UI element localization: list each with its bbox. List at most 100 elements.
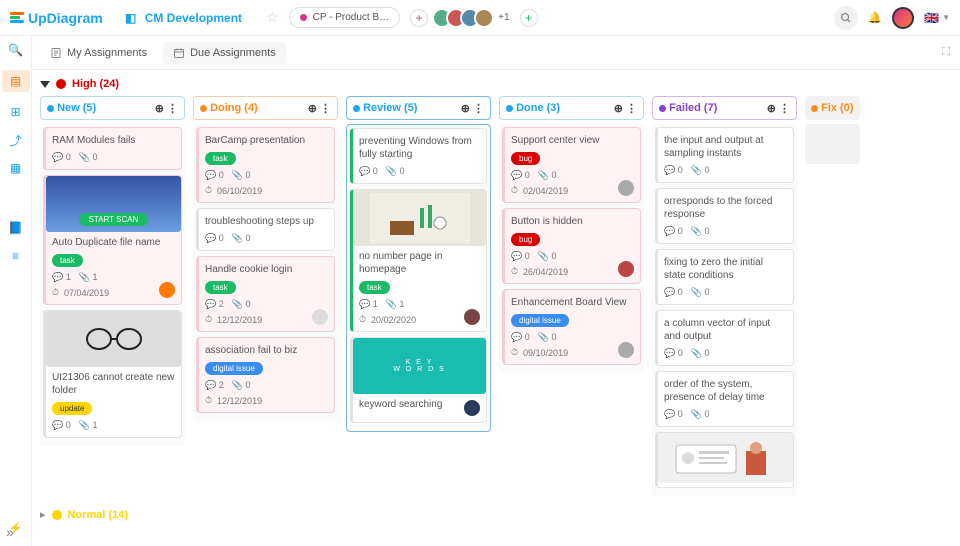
add-card-icon[interactable]: ⊕ bbox=[308, 102, 317, 115]
column-header[interactable]: Fix (0) bbox=[805, 96, 860, 120]
card-title: fixing to zero the initial state conditi… bbox=[664, 256, 787, 282]
card-image bbox=[353, 190, 486, 246]
card-title: Button is hidden bbox=[511, 215, 634, 228]
add-card-icon[interactable]: ⊕ bbox=[614, 102, 623, 115]
logo-icon bbox=[10, 12, 24, 23]
nav-search-icon[interactable]: 🔍 bbox=[8, 42, 24, 58]
column-header[interactable]: New (5) ⊕⋮ bbox=[40, 96, 185, 120]
column-title: Failed (7) bbox=[669, 102, 717, 114]
star-icon[interactable]: ☆ bbox=[266, 9, 279, 26]
column-title: New (5) bbox=[57, 102, 96, 114]
column-menu-icon[interactable]: ⋮ bbox=[320, 102, 331, 115]
card[interactable] bbox=[655, 432, 794, 488]
add-workspace-button[interactable]: + bbox=[410, 9, 428, 27]
card[interactable]: no number page in homepage task 💬 1📎 1 ⏱… bbox=[350, 189, 487, 332]
card[interactable]: fixing to zero the initial state conditi… bbox=[655, 249, 794, 305]
column-header[interactable]: Doing (4) ⊕⋮ bbox=[193, 96, 338, 120]
assignee-avatar bbox=[159, 282, 175, 298]
tab-due-assignments[interactable]: Due Assignments bbox=[163, 42, 286, 64]
column-new: New (5) ⊕⋮ RAM Modules fails 💬 0📎 0 STAR… bbox=[40, 96, 185, 446]
column-doing: Doing (4) ⊕⋮ BarCamp presentation task 💬… bbox=[193, 96, 338, 421]
column-title: Review (5) bbox=[363, 102, 417, 114]
card-badge: task bbox=[205, 281, 236, 294]
card[interactable]: UI21306 cannot create new folder update … bbox=[43, 310, 182, 438]
add-card-icon[interactable]: ⊕ bbox=[155, 102, 164, 115]
card-badge: task bbox=[52, 254, 83, 267]
card-title: no number page in homepage bbox=[359, 250, 480, 276]
column-done: Done (3) ⊕⋮ Support center view bug 💬 0📎… bbox=[499, 96, 644, 373]
workspace-chip[interactable]: CP - Product B… bbox=[289, 7, 401, 28]
column-header[interactable]: Done (3) ⊕⋮ bbox=[499, 96, 644, 120]
card[interactable]: START SCAN Auto Duplicate file name task… bbox=[43, 175, 182, 305]
add-card-icon[interactable]: ⊕ bbox=[461, 102, 470, 115]
column-menu-icon[interactable]: ⋮ bbox=[779, 102, 790, 115]
card[interactable]: Handle cookie login task 💬 2📎 0 ⏱ 12/12/… bbox=[196, 256, 335, 332]
card-image bbox=[658, 433, 793, 483]
member-avatars[interactable]: +1 bbox=[438, 8, 509, 28]
card-title: troubleshooting steps up bbox=[205, 215, 328, 228]
card-badge: bug bbox=[511, 152, 540, 165]
card-image bbox=[46, 311, 181, 367]
card-title: a column vector of input and output bbox=[664, 317, 787, 343]
lane-header-normal[interactable]: ▸ Normal (14) bbox=[40, 508, 952, 521]
card[interactable]: association fail to biz digital issue 💬 … bbox=[196, 337, 335, 413]
search-button[interactable] bbox=[834, 6, 858, 30]
expand-icon[interactable]: ⛶ bbox=[942, 46, 950, 59]
column-menu-icon[interactable]: ⋮ bbox=[626, 102, 637, 115]
top-bar: UpDiagram ◧ CM Development ☆ CP - Produc… bbox=[0, 0, 960, 36]
card-title: UI21306 cannot create new folder bbox=[52, 371, 175, 397]
column-header[interactable]: Review (5) ⊕⋮ bbox=[346, 96, 491, 120]
nav-board-icon[interactable]: ▤ bbox=[2, 70, 30, 92]
assignee-avatar bbox=[618, 180, 634, 196]
card[interactable]: troubleshooting steps up 💬 0📎 0 bbox=[196, 208, 335, 251]
card-badge: digital issue bbox=[205, 362, 263, 375]
collapse-sidebar-icon[interactable]: » bbox=[6, 524, 14, 540]
card[interactable]: RAM Modules fails 💬 0📎 0 bbox=[43, 127, 182, 170]
card[interactable]: preventing Windows from fully starting 💬… bbox=[350, 128, 487, 184]
card-title: RAM Modules fails bbox=[52, 134, 175, 147]
column-failed: Failed (7) ⊕⋮ the input and output at sa… bbox=[652, 96, 797, 496]
left-sidebar: 🔍 ▤ ⊞ ⤴ ▦ 📘 ≡ ⚡ bbox=[0, 36, 32, 546]
tab-my-assignments[interactable]: My Assignments bbox=[40, 42, 157, 64]
card[interactable]: K E YW O R D S keyword searching bbox=[350, 337, 487, 423]
card[interactable]: Button is hidden bug 💬 0📎 0 ⏱ 26/04/2019 bbox=[502, 208, 641, 284]
column-header[interactable]: Failed (7) ⊕⋮ bbox=[652, 96, 797, 120]
add-member-button[interactable]: + bbox=[520, 9, 538, 27]
priority-dot bbox=[52, 510, 62, 520]
nav-book-icon[interactable]: 📘 bbox=[8, 220, 24, 236]
card-title: association fail to biz bbox=[205, 344, 328, 357]
nav-card-icon[interactable]: ≡ bbox=[8, 248, 24, 264]
nav-share-icon[interactable]: ⤴ bbox=[8, 132, 24, 148]
lane-header-high[interactable]: High (24) bbox=[40, 78, 952, 90]
logo[interactable]: UpDiagram bbox=[10, 10, 103, 26]
card-title: Support center view bbox=[511, 134, 634, 147]
tab-bar: My Assignments Due Assignments ⛶ bbox=[32, 36, 960, 70]
assignee-avatar bbox=[618, 261, 634, 277]
card[interactable]: BarCamp presentation task 💬 0📎 0 ⏱ 06/10… bbox=[196, 127, 335, 203]
card-badge: task bbox=[205, 152, 236, 165]
card-title: Auto Duplicate file name bbox=[52, 236, 175, 249]
column-menu-icon[interactable]: ⋮ bbox=[473, 102, 484, 115]
column-title: Done (3) bbox=[516, 102, 560, 114]
add-card-icon[interactable]: ⊕ bbox=[767, 102, 776, 115]
card[interactable]: Enhancement Board View digital issue 💬 0… bbox=[502, 289, 641, 365]
card[interactable]: the input and output at sampling instant… bbox=[655, 127, 794, 183]
language-selector[interactable]: 🇬🇧▼ bbox=[924, 11, 950, 25]
column-menu-icon[interactable]: ⋮ bbox=[167, 102, 178, 115]
card[interactable]: orresponds to the forced response💬 0📎 0 bbox=[655, 188, 794, 244]
card-title: Enhancement Board View bbox=[511, 296, 634, 309]
user-avatar[interactable] bbox=[892, 7, 914, 29]
card[interactable]: a column vector of input and output💬 0📎 … bbox=[655, 310, 794, 366]
assignee-avatar bbox=[464, 400, 480, 416]
card-title: the input and output at sampling instant… bbox=[664, 134, 787, 160]
card[interactable]: Support center view bug 💬 0📎 0 ⏱ 02/04/2… bbox=[502, 127, 641, 203]
notification-icon[interactable]: 🔔 bbox=[868, 11, 882, 24]
project-icon: ◧ bbox=[123, 10, 139, 26]
card-title: order of the system, presence of delay t… bbox=[664, 378, 787, 404]
nav-grid-icon[interactable]: ⊞ bbox=[8, 104, 24, 120]
card[interactable]: order of the system, presence of delay t… bbox=[655, 371, 794, 427]
chip-label: CP - Product B… bbox=[313, 12, 390, 23]
column-title: Doing (4) bbox=[210, 102, 258, 114]
project-selector[interactable]: ◧ CM Development bbox=[113, 6, 252, 30]
nav-calendar-icon[interactable]: ▦ bbox=[8, 160, 24, 176]
